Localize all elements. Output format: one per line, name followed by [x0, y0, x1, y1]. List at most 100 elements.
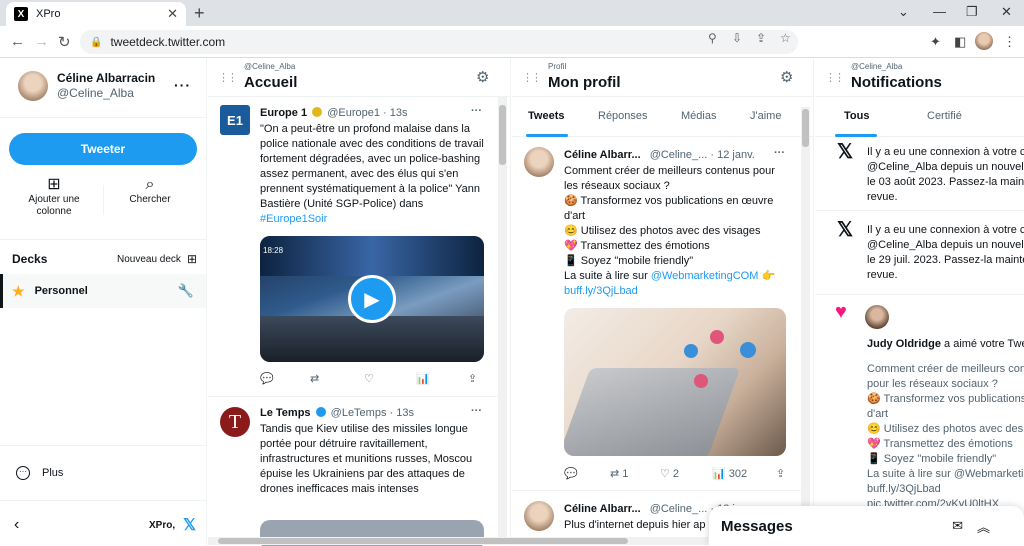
- reply-icon[interactable]: 💬: [564, 467, 610, 480]
- bookmark-star-icon[interactable]: ☆: [780, 31, 791, 45]
- drag-handle-icon[interactable]: ⋮⋮: [825, 71, 845, 84]
- notification-text: Il y a eu une connexion à votre compte @…: [867, 224, 1024, 281]
- url-bar[interactable]: 🔒 tweetdeck.twitter.com: [80, 30, 798, 54]
- author-handle[interactable]: @LeTemps: [331, 407, 387, 419]
- share-icon[interactable]: ⇪: [468, 372, 477, 385]
- add-column-label: Ajouter une colonne: [28, 194, 80, 217]
- zoom-icon[interactable]: ⚲: [708, 31, 717, 45]
- video-thumbnail[interactable]: 18:28 ▶: [260, 236, 484, 362]
- account-more-icon[interactable]: ···: [174, 77, 191, 93]
- deck-item-personnel[interactable]: ★ Personnel 🔧: [0, 274, 206, 308]
- tweet-text: Comment créer de meilleurs contenus pour…: [564, 164, 792, 299]
- short-link[interactable]: buff.ly/3QjLbad: [564, 284, 792, 299]
- collapse-chevron-icon[interactable]: ‹: [14, 516, 19, 534]
- tweet-more-icon[interactable]: ···: [471, 105, 482, 117]
- author-handle[interactable]: @Celine_...: [650, 149, 708, 161]
- mention-link[interactable]: @WebmarketingCOM: [651, 270, 759, 282]
- forward-icon[interactable]: →: [34, 33, 49, 50]
- tweet-body: "On a peut-être un profond malaise dans …: [260, 123, 484, 210]
- gear-icon[interactable]: ⚙: [476, 68, 489, 86]
- tweet-line: La suite à lire sur @WebmarketingCOM: [867, 468, 1024, 480]
- new-deck-icon[interactable]: ⊞: [187, 252, 197, 266]
- drag-handle-icon[interactable]: ⋮⋮: [522, 71, 542, 84]
- drag-handle-icon[interactable]: ⋮⋮: [218, 71, 238, 84]
- column-notifications: ⋮⋮ @Celine_Alba Notifications Tous Certi…: [815, 59, 1024, 546]
- column-title: Mon profil: [548, 74, 621, 91]
- reply-icon[interactable]: 💬: [260, 372, 310, 385]
- views-icon[interactable]: 📊: [416, 372, 468, 385]
- add-column-button[interactable]: ⊞ Ajouter une colonne: [22, 177, 86, 218]
- install-icon[interactable]: ⇩: [732, 31, 742, 45]
- like-icon[interactable]: ♡: [364, 372, 416, 385]
- tweet-image[interactable]: [564, 308, 786, 456]
- tab-verified[interactable]: Certifié: [927, 110, 962, 122]
- back-icon[interactable]: ←: [10, 33, 25, 50]
- decks-label: Decks: [12, 252, 48, 266]
- author-name[interactable]: Céline Albarr...: [564, 149, 641, 161]
- tab-likes[interactable]: J'aime: [750, 110, 781, 122]
- tab-close-icon[interactable]: ✕: [167, 6, 178, 22]
- tab-tweets[interactable]: Tweets: [528, 110, 564, 122]
- tab-all[interactable]: Tous: [844, 110, 869, 122]
- scrollbar[interactable]: [801, 107, 810, 537]
- tab-replies[interactable]: Réponses: [598, 110, 648, 122]
- gear-icon[interactable]: ⚙: [780, 68, 793, 86]
- scrollbar[interactable]: [498, 97, 507, 537]
- minimize-button[interactable]: —: [933, 4, 946, 19]
- close-window-button[interactable]: ✕: [1001, 4, 1012, 20]
- author-name[interactable]: Europe 1: [260, 107, 307, 119]
- new-tab-button[interactable]: +: [194, 3, 205, 24]
- expand-chevron-icon[interactable]: ︽: [977, 517, 990, 536]
- avatar[interactable]: [865, 305, 889, 329]
- deck-name: Personnel: [34, 285, 88, 297]
- divider: [0, 239, 207, 240]
- hashtag-link[interactable]: #Europe1Soir: [260, 213, 327, 225]
- reload-icon[interactable]: ↻: [58, 33, 71, 51]
- tweet-time: · 13s: [389, 407, 414, 419]
- messages-drawer[interactable]: Messages ✉ ︽: [709, 506, 1024, 546]
- play-icon[interactable]: ▶: [348, 275, 396, 323]
- liked-tweet-text: Comment créer de meilleurs contenus pour…: [867, 362, 1024, 512]
- tweet-header: Le Temps @LeTemps · 13s: [260, 407, 414, 419]
- avatar[interactable]: E1: [220, 105, 250, 135]
- horizontal-scrollbar[interactable]: [208, 537, 708, 545]
- tab-search-icon[interactable]: ⌄: [898, 4, 909, 20]
- more-menu-button[interactable]: ··· Plus: [16, 466, 63, 480]
- tab-media[interactable]: Médias: [681, 110, 716, 122]
- share-icon[interactable]: ⇪: [776, 467, 785, 480]
- author-name[interactable]: Le Temps: [260, 407, 311, 419]
- retweet-icon[interactable]: ⇄: [310, 372, 364, 385]
- avatar[interactable]: [524, 501, 554, 531]
- x-logo-icon: 𝕏: [837, 141, 854, 163]
- tweet-line: 💖 Transmettez des émotions: [564, 240, 710, 252]
- search-button[interactable]: ⌕ Chercher: [120, 177, 180, 206]
- actor-name[interactable]: Judy Oldridge: [867, 338, 941, 350]
- author-name[interactable]: Céline Albarr...: [564, 503, 641, 515]
- extensions-icon[interactable]: ✦: [930, 34, 941, 50]
- views-count: 302: [728, 468, 748, 480]
- avatar[interactable]: [524, 147, 554, 177]
- wrench-icon[interactable]: 🔧: [178, 283, 194, 299]
- browser-menu-icon[interactable]: ⋮: [1003, 34, 1016, 50]
- new-deck-button[interactable]: Nouveau deck: [117, 254, 181, 265]
- browser-profile-avatar[interactable]: [975, 32, 993, 50]
- browser-tab[interactable]: X XPro ✕: [6, 2, 186, 26]
- author-handle[interactable]: @Europe1: [327, 107, 380, 119]
- share-icon[interactable]: ⇪: [756, 31, 766, 45]
- author-handle[interactable]: @Celine_...: [650, 503, 708, 515]
- side-panel-icon[interactable]: ◧: [954, 34, 966, 50]
- like-button[interactable]: ♡ 2: [660, 467, 712, 480]
- account-switcher[interactable]: Céline Albarracin @Celine_Alba: [18, 71, 155, 101]
- tweet-more-icon[interactable]: ···: [471, 405, 482, 417]
- retweet-button[interactable]: ⇄ 1: [610, 467, 660, 480]
- maximize-button[interactable]: ❐: [966, 4, 978, 20]
- tweet-more-icon[interactable]: ···: [774, 147, 785, 159]
- video-clock: 18:28: [263, 246, 284, 255]
- tweet-button[interactable]: Tweeter: [9, 133, 197, 165]
- sidebar: Céline Albarracin @Celine_Alba ··· Tweet…: [0, 59, 207, 546]
- new-message-icon[interactable]: ✉: [952, 518, 963, 534]
- views-button[interactable]: 📊 302: [712, 467, 776, 480]
- tab-title: XPro: [36, 8, 61, 20]
- avatar[interactable]: T: [220, 407, 250, 437]
- user-handle: @Celine_Alba: [57, 86, 134, 100]
